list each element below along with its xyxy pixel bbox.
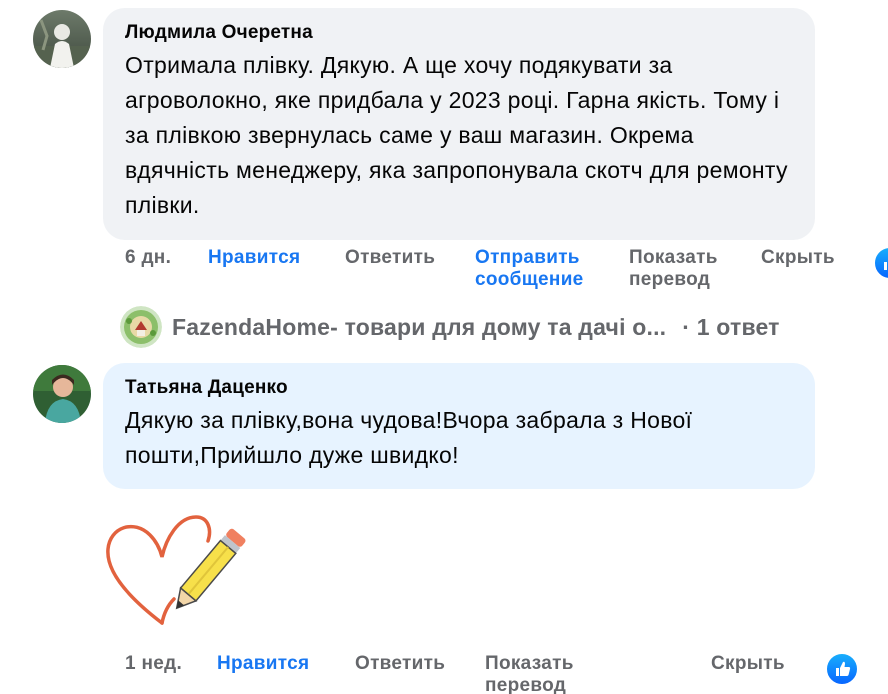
like-button[interactable]: Нравится [217, 653, 309, 675]
commenter-avatar[interactable] [33, 10, 91, 68]
send-message-label-line1: Отправить [475, 247, 580, 268]
comment-bubble: Людмила Очеретна Отримала плівку. Дякую.… [103, 8, 815, 240]
thumbs-up-icon[interactable] [825, 652, 859, 686]
reply-page-name: FazendaHome- товари для дому та дачі о..… [172, 313, 667, 340]
comment-timestamp[interactable]: 1 нед. [125, 653, 182, 675]
page-avatar [120, 306, 162, 348]
comment-text: Дякую за плівку,вона чудова!Вчора забрал… [125, 407, 693, 468]
send-message-label-line2: сообщение [475, 269, 584, 290]
view-replies-link[interactable]: FazendaHome- товари для дому та дачі о..… [120, 305, 780, 349]
show-translation-label-line2: перевод [485, 675, 567, 694]
commenter-avatar[interactable] [33, 365, 91, 423]
show-translation-button[interactable]: Показать перевод [629, 247, 718, 291]
send-message-button[interactable]: Отправить сообщение [475, 247, 584, 291]
reply-button[interactable]: Ответить [355, 653, 445, 675]
comment-author[interactable]: Татьяна Даценко [125, 377, 795, 399]
comment-text: Отримала плівку. Дякую. А ще хочу подяку… [125, 52, 788, 218]
hide-button[interactable]: Скрыть [761, 247, 835, 269]
show-translation-button[interactable]: Показать перевод [485, 653, 574, 694]
comment-timestamp[interactable]: 6 дн. [125, 247, 171, 269]
comments-thread: Людмила Очеретна Отримала плівку. Дякую.… [0, 0, 888, 694]
reply-button[interactable]: Ответить [345, 247, 435, 269]
show-translation-label-line2: перевод [629, 269, 711, 290]
show-translation-label-line1: Показать [485, 653, 574, 674]
hide-button[interactable]: Скрыть [711, 653, 785, 675]
comment-bubble: Татьяна Даценко Дякую за плівку,вона чуд… [103, 363, 815, 489]
show-translation-label-line1: Показать [629, 247, 718, 268]
heart-pencil-sticker [100, 505, 250, 635]
reply-count: · 1 ответ [682, 313, 780, 340]
thumbs-up-icon[interactable] [873, 246, 888, 280]
comment-author[interactable]: Людмила Очеретна [125, 22, 795, 44]
like-button[interactable]: Нравится [208, 247, 300, 269]
